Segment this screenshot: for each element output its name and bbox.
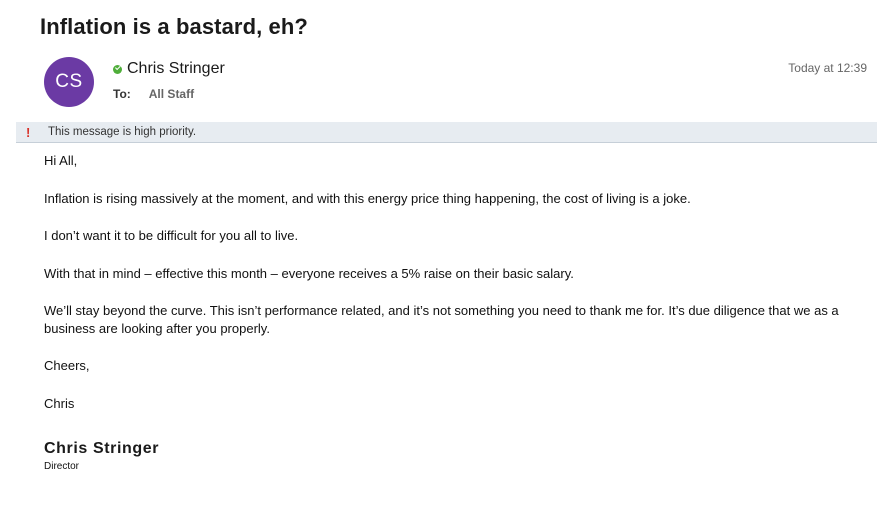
signature-name: Chris Stringer — [44, 440, 160, 457]
sender-row: Chris Stringer — [113, 60, 225, 78]
recipients-row: To: All Staff — [113, 87, 194, 101]
sender-name[interactable]: Chris Stringer — [127, 60, 225, 78]
body-paragraph: We’ll stay beyond the curve. This isn’t … — [44, 303, 839, 336]
email-signature: Chris Stringer Director — [44, 440, 159, 472]
body-signoff: Chris — [44, 395, 75, 411]
body-paragraph: Inflation is rising massively at the mom… — [44, 190, 691, 206]
recipient-all-staff[interactable]: All Staff — [149, 87, 194, 101]
avatar[interactable]: CS — [44, 57, 94, 107]
priority-text: This message is high priority. — [48, 126, 197, 138]
email-body: Hi All, Inflation is rising massively at… — [44, 152, 864, 432]
body-paragraph: With that in mind – effective this month… — [44, 265, 574, 281]
presence-available-icon — [113, 64, 122, 74]
email-subject: Inflation is a bastard, eh? — [40, 14, 308, 39]
exclamation-icon: ! — [26, 124, 31, 140]
to-label: To: — [113, 87, 131, 101]
signature-title: Director — [44, 461, 80, 472]
body-closing: Cheers, — [44, 358, 90, 373]
email-timestamp: Today at 12:39 — [788, 61, 867, 75]
priority-banner: ! This message is high priority. — [16, 122, 877, 143]
body-greeting: Hi All, — [44, 153, 78, 168]
body-paragraph: I don’t want it to be difficult for you … — [44, 228, 299, 243]
